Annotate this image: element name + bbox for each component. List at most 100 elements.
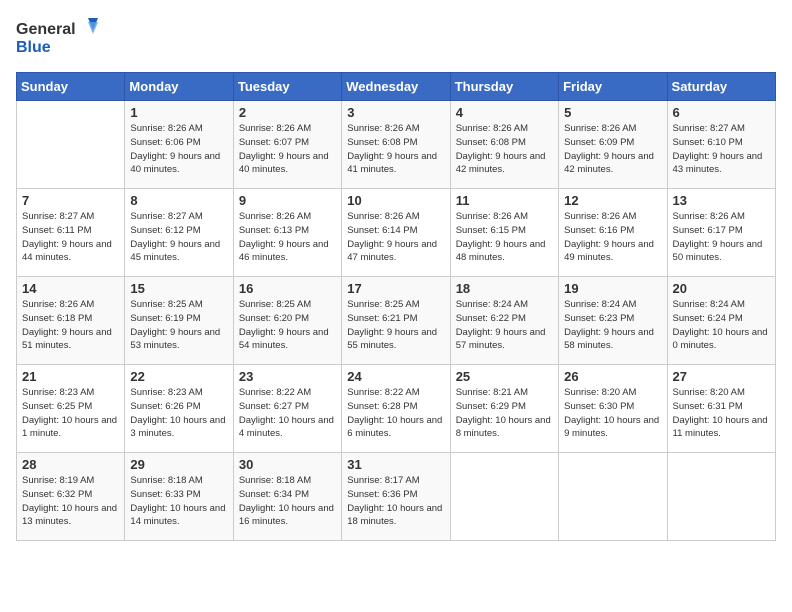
day-info: Sunrise: 8:24 AMSunset: 6:22 PMDaylight:…	[456, 298, 553, 353]
day-cell: 4Sunrise: 8:26 AMSunset: 6:08 PMDaylight…	[450, 101, 558, 189]
day-number: 27	[673, 369, 770, 384]
day-info: Sunrise: 8:22 AMSunset: 6:28 PMDaylight:…	[347, 386, 444, 441]
week-row-1: 1 Sunrise: 8:26 AMSunset: 6:06 PMDaylight…	[17, 101, 776, 189]
weekday-header-wednesday: Wednesday	[342, 73, 450, 101]
day-number: 18	[456, 281, 553, 296]
day-info: Sunrise: 8:26 AMSunset: 6:18 PMDaylight:…	[22, 298, 119, 353]
day-number: 31	[347, 457, 444, 472]
week-row-5: 28 Sunrise: 8:19 AMSunset: 6:32 PMDayligh…	[17, 453, 776, 541]
day-number: 14	[22, 281, 119, 296]
day-cell: 9 Sunrise: 8:26 AMSunset: 6:13 PMDaylight…	[233, 189, 341, 277]
calendar-table: SundayMondayTuesdayWednesdayThursdayFrid…	[16, 72, 776, 541]
day-number: 26	[564, 369, 661, 384]
day-number: 12	[564, 193, 661, 208]
week-row-2: 7Sunrise: 8:27 AMSunset: 6:11 PMDaylight…	[17, 189, 776, 277]
day-number: 6	[673, 105, 770, 120]
day-number: 15	[130, 281, 227, 296]
day-cell: 3Sunrise: 8:26 AMSunset: 6:08 PMDaylight…	[342, 101, 450, 189]
day-cell: 15 Sunrise: 8:25 AMSunset: 6:19 PMDayligh…	[125, 277, 233, 365]
day-cell: 14 Sunrise: 8:26 AMSunset: 6:18 PMDayligh…	[17, 277, 125, 365]
day-cell: 18 Sunrise: 8:24 AMSunset: 6:22 PMDayligh…	[450, 277, 558, 365]
day-number: 21	[22, 369, 119, 384]
week-row-4: 21 Sunrise: 8:23 AMSunset: 6:25 PMDayligh…	[17, 365, 776, 453]
day-number: 17	[347, 281, 444, 296]
day-number: 19	[564, 281, 661, 296]
day-info: Sunrise: 8:20 AMSunset: 6:31 PMDaylight:…	[673, 386, 770, 441]
day-cell: 21 Sunrise: 8:23 AMSunset: 6:25 PMDayligh…	[17, 365, 125, 453]
day-info: Sunrise: 8:25 AMSunset: 6:21 PMDaylight:…	[347, 298, 444, 353]
day-info: Sunrise: 8:23 AMSunset: 6:26 PMDaylight:…	[130, 386, 227, 441]
weekday-header-row: SundayMondayTuesdayWednesdayThursdayFrid…	[17, 73, 776, 101]
day-number: 10	[347, 193, 444, 208]
day-cell	[450, 453, 558, 541]
day-cell: 2 Sunrise: 8:26 AMSunset: 6:07 PMDaylight…	[233, 101, 341, 189]
day-info: Sunrise: 8:22 AMSunset: 6:27 PMDaylight:…	[239, 386, 336, 441]
weekday-header-saturday: Saturday	[667, 73, 775, 101]
day-number: 30	[239, 457, 336, 472]
week-row-3: 14 Sunrise: 8:26 AMSunset: 6:18 PMDayligh…	[17, 277, 776, 365]
day-info: Sunrise: 8:27 AMSunset: 6:12 PMDaylight:…	[130, 210, 227, 265]
day-cell: 23 Sunrise: 8:22 AMSunset: 6:27 PMDayligh…	[233, 365, 341, 453]
day-cell: 27 Sunrise: 8:20 AMSunset: 6:31 PMDayligh…	[667, 365, 775, 453]
day-cell: 20Sunrise: 8:24 AMSunset: 6:24 PMDayligh…	[667, 277, 775, 365]
day-cell: 7Sunrise: 8:27 AMSunset: 6:11 PMDaylight…	[17, 189, 125, 277]
logo: GeneralBlue	[16, 16, 106, 60]
day-cell: 30 Sunrise: 8:18 AMSunset: 6:34 PMDayligh…	[233, 453, 341, 541]
day-info: Sunrise: 8:26 AMSunset: 6:06 PMDaylight:…	[130, 122, 227, 177]
day-info: Sunrise: 8:26 AMSunset: 6:15 PMDaylight:…	[456, 210, 553, 265]
day-info: Sunrise: 8:19 AMSunset: 6:32 PMDaylight:…	[22, 474, 119, 529]
day-info: Sunrise: 8:18 AMSunset: 6:34 PMDaylight:…	[239, 474, 336, 529]
day-number: 20	[673, 281, 770, 296]
logo-svg: GeneralBlue	[16, 16, 106, 60]
day-cell: 6Sunrise: 8:27 AMSunset: 6:10 PMDaylight…	[667, 101, 775, 189]
day-info: Sunrise: 8:23 AMSunset: 6:25 PMDaylight:…	[22, 386, 119, 441]
day-cell: 13Sunrise: 8:26 AMSunset: 6:17 PMDayligh…	[667, 189, 775, 277]
day-number: 24	[347, 369, 444, 384]
day-cell: 5 Sunrise: 8:26 AMSunset: 6:09 PMDaylight…	[559, 101, 667, 189]
svg-text:Blue: Blue	[16, 39, 51, 56]
day-cell	[17, 101, 125, 189]
day-cell: 16 Sunrise: 8:25 AMSunset: 6:20 PMDayligh…	[233, 277, 341, 365]
day-cell	[559, 453, 667, 541]
day-info: Sunrise: 8:18 AMSunset: 6:33 PMDaylight:…	[130, 474, 227, 529]
weekday-header-friday: Friday	[559, 73, 667, 101]
weekday-header-tuesday: Tuesday	[233, 73, 341, 101]
day-cell: 31 Sunrise: 8:17 AMSunset: 6:36 PMDayligh…	[342, 453, 450, 541]
day-info: Sunrise: 8:26 AMSunset: 6:14 PMDaylight:…	[347, 210, 444, 265]
day-cell: 19 Sunrise: 8:24 AMSunset: 6:23 PMDayligh…	[559, 277, 667, 365]
day-info: Sunrise: 8:26 AMSunset: 6:16 PMDaylight:…	[564, 210, 661, 265]
day-number: 11	[456, 193, 553, 208]
day-number: 25	[456, 369, 553, 384]
weekday-header-sunday: Sunday	[17, 73, 125, 101]
day-cell: 28 Sunrise: 8:19 AMSunset: 6:32 PMDayligh…	[17, 453, 125, 541]
day-info: Sunrise: 8:25 AMSunset: 6:19 PMDaylight:…	[130, 298, 227, 353]
day-number: 1	[130, 105, 227, 120]
day-info: Sunrise: 8:27 AMSunset: 6:11 PMDaylight:…	[22, 210, 119, 265]
day-info: Sunrise: 8:26 AMSunset: 6:17 PMDaylight:…	[673, 210, 770, 265]
day-info: Sunrise: 8:26 AMSunset: 6:08 PMDaylight:…	[347, 122, 444, 177]
day-cell	[667, 453, 775, 541]
day-number: 23	[239, 369, 336, 384]
day-number: 8	[130, 193, 227, 208]
day-number: 16	[239, 281, 336, 296]
day-info: Sunrise: 8:17 AMSunset: 6:36 PMDaylight:…	[347, 474, 444, 529]
day-cell: 8 Sunrise: 8:27 AMSunset: 6:12 PMDaylight…	[125, 189, 233, 277]
day-number: 9	[239, 193, 336, 208]
day-number: 2	[239, 105, 336, 120]
day-number: 5	[564, 105, 661, 120]
weekday-header-monday: Monday	[125, 73, 233, 101]
day-info: Sunrise: 8:26 AMSunset: 6:13 PMDaylight:…	[239, 210, 336, 265]
day-info: Sunrise: 8:26 AMSunset: 6:09 PMDaylight:…	[564, 122, 661, 177]
day-info: Sunrise: 8:26 AMSunset: 6:07 PMDaylight:…	[239, 122, 336, 177]
day-cell: 1 Sunrise: 8:26 AMSunset: 6:06 PMDaylight…	[125, 101, 233, 189]
day-info: Sunrise: 8:25 AMSunset: 6:20 PMDaylight:…	[239, 298, 336, 353]
day-cell: 11 Sunrise: 8:26 AMSunset: 6:15 PMDayligh…	[450, 189, 558, 277]
day-number: 22	[130, 369, 227, 384]
day-cell: 17 Sunrise: 8:25 AMSunset: 6:21 PMDayligh…	[342, 277, 450, 365]
day-cell: 25Sunrise: 8:21 AMSunset: 6:29 PMDayligh…	[450, 365, 558, 453]
day-cell: 29Sunrise: 8:18 AMSunset: 6:33 PMDayligh…	[125, 453, 233, 541]
day-info: Sunrise: 8:24 AMSunset: 6:23 PMDaylight:…	[564, 298, 661, 353]
day-number: 28	[22, 457, 119, 472]
weekday-header-thursday: Thursday	[450, 73, 558, 101]
day-cell: 24 Sunrise: 8:22 AMSunset: 6:28 PMDayligh…	[342, 365, 450, 453]
